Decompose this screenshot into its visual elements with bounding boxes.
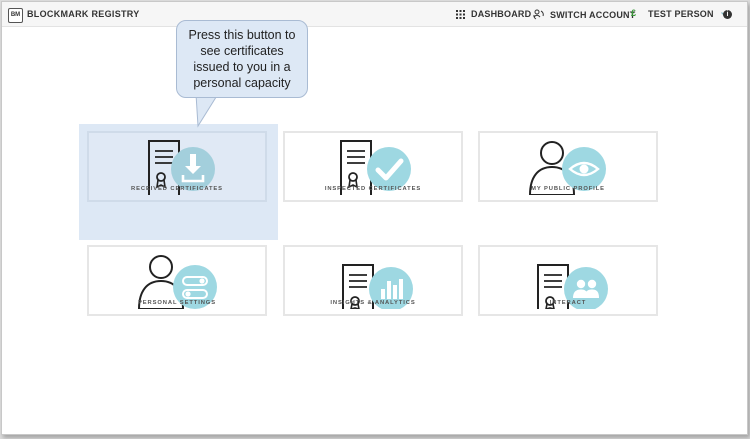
switch-account-icon xyxy=(533,9,544,20)
currency-icon[interactable]: £ xyxy=(631,8,636,18)
tooltip-callout: Press this button to see certificates is… xyxy=(176,20,308,98)
tile-label: RECEIVED CERTIFICATES xyxy=(131,186,223,192)
switch-account-label: SWITCH ACCOUNT xyxy=(550,9,636,20)
dashboard-label: DASHBOARD xyxy=(471,9,532,19)
app-window: BM BLOCKMARK REGISTRY DASHBOARD SWITCH A… xyxy=(1,1,748,435)
tile-label: MY PUBLIC PROFILE xyxy=(531,186,605,192)
insights-analytics-tile[interactable]: INSIGHTS & ANALYTICS xyxy=(283,245,463,316)
interact-tile[interactable]: INTERACT xyxy=(478,245,658,316)
user-menu[interactable]: TEST PERSON xyxy=(648,9,730,19)
grid-icon xyxy=(456,9,465,19)
personal-settings-tile[interactable]: PERSONAL SETTINGS xyxy=(87,245,267,316)
app-logo[interactable]: BM xyxy=(8,8,23,23)
received-certificates-tile[interactable]: RECEIVED CERTIFICATES xyxy=(87,131,267,202)
tile-label: INSIGHTS & ANALYTICS xyxy=(330,300,416,306)
dashboard-link[interactable]: DASHBOARD xyxy=(456,9,531,19)
my-public-profile-tile[interactable]: MY PUBLIC PROFILE xyxy=(478,131,658,202)
callout-pointer xyxy=(195,94,219,128)
user-name: TEST PERSON xyxy=(648,9,714,19)
top-bar: BM BLOCKMARK REGISTRY DASHBOARD SWITCH A… xyxy=(2,2,747,27)
tile-label: INTERACT xyxy=(549,300,587,306)
app-title[interactable]: BLOCKMARK REGISTRY xyxy=(27,9,140,19)
inspected-certificates-tile[interactable]: INSPECTED CERTIFICATES xyxy=(283,131,463,202)
info-icon[interactable]: i xyxy=(723,10,732,19)
tile-label: PERSONAL SETTINGS xyxy=(137,300,216,306)
tile-label: INSPECTED CERTIFICATES xyxy=(324,186,422,192)
switch-account-link[interactable]: SWITCH ACCOUNT xyxy=(533,9,635,20)
